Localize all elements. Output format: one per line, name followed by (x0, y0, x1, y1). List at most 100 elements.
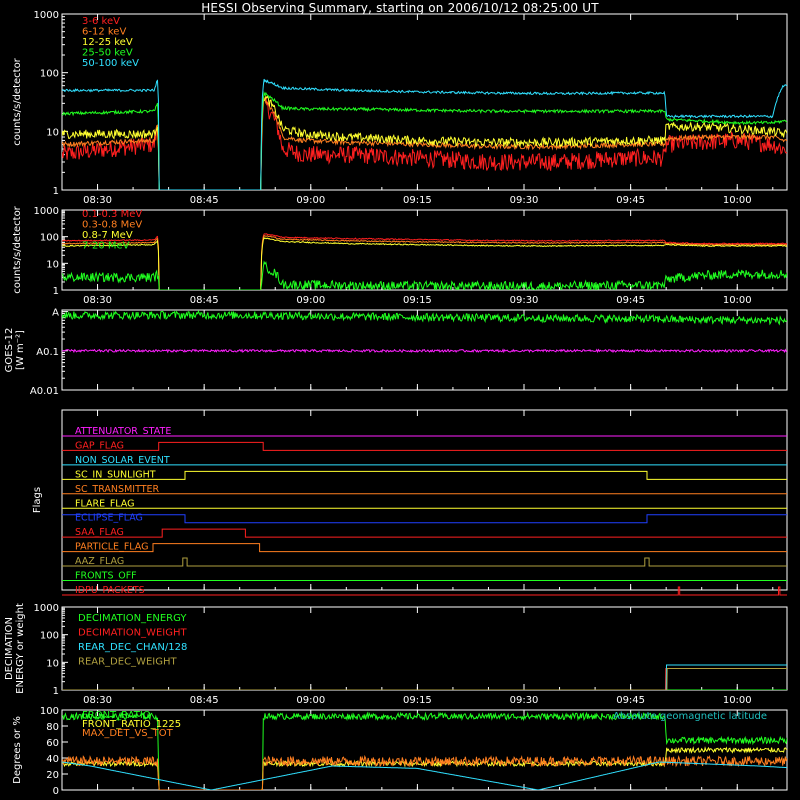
time-tick-label: 09:00 (296, 695, 325, 706)
flag-label: ATTENUATOR_STATE (75, 426, 171, 437)
time-tick-label: 09:30 (510, 295, 539, 306)
y-tick-label: 1 (53, 286, 59, 297)
time-tick-label: 09:45 (616, 695, 645, 706)
series-line-lightcurves-4 (62, 78, 787, 190)
legend-entry: DECIMATION_WEIGHT (78, 628, 187, 639)
y-tick-label: 10 (46, 127, 59, 138)
legend-entry: 0.1-0.3 MeV (82, 209, 142, 220)
time-tick-label: 09:45 (616, 295, 645, 306)
flag-line (62, 528, 787, 538)
flag-line (62, 557, 787, 567)
time-tick-label: 08:45 (190, 195, 219, 206)
time-tick-label: 08:30 (83, 195, 112, 206)
y-tick-label: 60 (46, 738, 59, 749)
y-tick-label: 1000 (34, 603, 59, 614)
decimation-plot-area (62, 664, 787, 690)
series-line-goes-1 (62, 348, 787, 354)
flag-line (62, 441, 787, 451)
y-tick-label: 1 (53, 186, 59, 197)
time-tick-label: 09:15 (403, 195, 432, 206)
time-tick-label: 08:30 (83, 695, 112, 706)
flag-label: AAZ_FLAG (75, 556, 124, 567)
legend-entry: 50-100 keV (82, 58, 139, 69)
time-tick-label: 09:45 (616, 195, 645, 206)
series-line-decimation-1 (62, 668, 787, 690)
time-tick-label: 08:45 (190, 695, 219, 706)
flag-label: FLARE_FLAG (75, 498, 135, 509)
goes-plot-area (62, 310, 787, 354)
goes-ylabel2: [W m⁻²] (15, 330, 26, 370)
y-tick-label: 1000 (34, 206, 59, 217)
high-energy-frame (61, 209, 788, 291)
series-line-lightcurves-1 (62, 96, 787, 190)
y-tick-label: A0.1 (36, 347, 59, 358)
series-line-high-energy-2 (62, 236, 787, 290)
flag-line (62, 514, 787, 524)
series-line-goes-0 (62, 310, 787, 326)
legend-entry: DECIMATION_ENERGY (78, 613, 187, 624)
flag-label: IDPU_PACKETS (75, 585, 145, 596)
summary-plots: 08:30 08:45 09:00 09:15 09:30 09:45 10:0011010… (4, 10, 788, 797)
time-tick-label: 09:00 (296, 195, 325, 206)
y-tick-label: 1000 (34, 10, 59, 21)
y-tick-label: 1 (53, 686, 59, 697)
time-tick-label: 09:30 (510, 695, 539, 706)
y-tick-label: 20 (46, 770, 59, 781)
decimation-ylabel2: ENERGY or weight (15, 603, 26, 694)
lightcurves-plot-area (62, 78, 787, 190)
flag-label: SAA_FLAG (75, 527, 124, 538)
flag-label: NON_SOLAR_EVENT (75, 455, 170, 466)
legend-entry: 7-20 MeV (82, 241, 130, 252)
time-tick-label: 10:00 (723, 695, 752, 706)
legend-entry: 0.8-7 MeV (82, 230, 133, 241)
y-tick-label: 80 (46, 722, 59, 733)
flag-label: SC_IN_SUNLIGHT (75, 469, 156, 480)
ratios-ylabel: Degrees or % (12, 716, 23, 784)
legend-entry: REAR_DEC_WEIGHT (78, 657, 177, 668)
y-tick-label: A0.01 (30, 386, 59, 397)
flag-label: ECLIPSE_FLAG (75, 513, 143, 524)
time-tick-label: 10:00 (723, 195, 752, 206)
flags-ylabel: Flags (32, 487, 43, 513)
flag-label: PARTICLE_FLAG (75, 542, 148, 553)
high-energy-plot-area (62, 233, 787, 290)
time-tick-label: 09:15 (403, 695, 432, 706)
time-tick-label: 09:30 (510, 195, 539, 206)
decimation-ylabel: DECIMATION (4, 617, 15, 680)
flag-label: SC_TRANSMITTER (75, 484, 160, 495)
y-tick-label: 10 (46, 658, 59, 669)
y-tick-label: 100 (40, 706, 59, 717)
time-tick-label: 10:00 (723, 295, 752, 306)
series-line-decimation-3 (62, 668, 787, 690)
lightcurves-ylabel: counts/s/detector (12, 57, 23, 145)
y-tick-label: 10 (46, 259, 59, 270)
y-tick-label: 100 (40, 631, 59, 642)
legend-entry: 0.3-0.8 MeV (82, 220, 142, 231)
y-tick-label: 100 (40, 69, 59, 80)
y-tick-label: 100 (40, 233, 59, 244)
time-tick-label: 09:15 (403, 295, 432, 306)
series-line-high-energy-3 (62, 260, 787, 290)
flag-line (62, 543, 787, 553)
goes-ylabel: GOES-12 (4, 328, 15, 373)
legend-entry: REAR_DEC_CHAN/128 (78, 642, 187, 653)
high-energy-ylabel: counts/s/detector (12, 205, 23, 293)
legend-entry: 3-6 keV (82, 16, 120, 27)
legend-entry: 6-12 keV (82, 27, 126, 38)
time-tick-label: 08:45 (190, 295, 219, 306)
lightcurves-frame (61, 13, 788, 191)
time-tick-label: 09:00 (296, 295, 325, 306)
flag-line (62, 586, 787, 596)
time-tick-label: 08:30 (83, 295, 112, 306)
flag-label: FRONTS_OFF (75, 571, 137, 582)
flag-label: GAP_FLAG (75, 440, 124, 451)
legend-entry: 12-25 keV (82, 37, 133, 48)
series-line-ratios-1 (62, 746, 787, 790)
y-tick-label: A (52, 308, 59, 319)
legend-entry: 25-50 keV (82, 48, 133, 59)
legend-entry: MAX_DET_VS_TOT (82, 728, 174, 739)
series-line-ratios-2 (62, 754, 787, 790)
flag-line (62, 470, 787, 480)
geomagnetic-latitude-label: Absolute geomagnetic latitude (613, 711, 767, 722)
flags-frame (61, 409, 788, 591)
